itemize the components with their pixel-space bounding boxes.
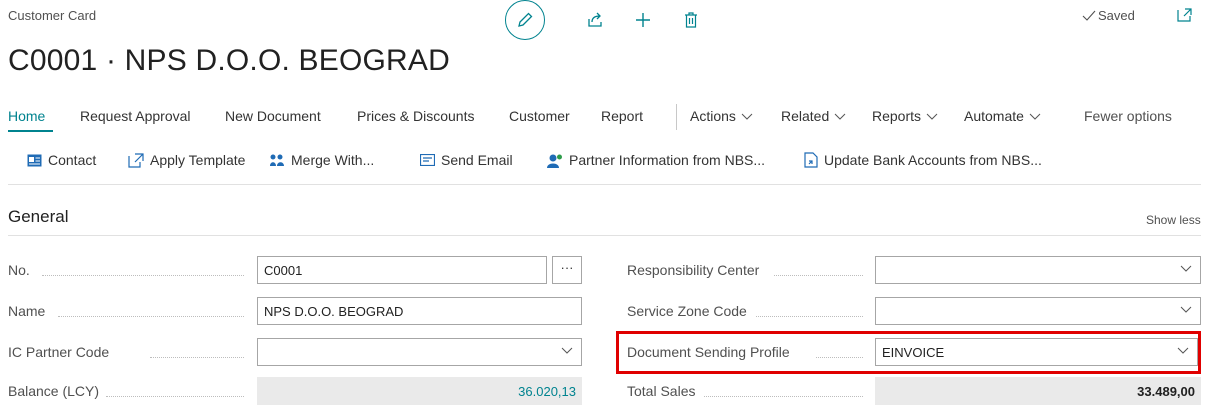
resp-center-label: Responsibility Center (627, 262, 760, 278)
total-sales-label: Total Sales (627, 383, 696, 399)
plus-icon (636, 13, 650, 27)
update-bank-label: Update Bank Accounts from NBS... (824, 152, 1042, 168)
chevron-down-icon (1180, 306, 1192, 313)
menu-reports-label: Reports (872, 108, 922, 124)
send-email-label: Send Email (441, 152, 513, 168)
chevron-down-icon (1180, 265, 1192, 272)
total-sales-value: 33.489,00 (875, 377, 1201, 405)
checkmark-icon (1082, 10, 1096, 21)
balance-label: Balance (LCY) (8, 383, 100, 399)
menu-new-document[interactable]: New Document (225, 108, 321, 124)
service-zone-dropdown[interactable] (875, 297, 1201, 325)
saved-label: Saved (1098, 8, 1135, 23)
update-bank-icon (804, 152, 818, 168)
leader-dots (774, 275, 863, 276)
chevron-down-icon (926, 113, 938, 121)
action-menu: Home Request Approval New Document Price… (0, 104, 1209, 132)
share-icon (588, 12, 602, 27)
menu-actions[interactable]: Actions (690, 108, 753, 124)
chevron-down-icon (741, 113, 753, 121)
top-action-group (505, 0, 725, 40)
name-label: Name (8, 303, 46, 319)
edit-button[interactable] (505, 0, 545, 40)
menu-request-approval[interactable]: Request Approval (80, 108, 191, 124)
merge-with-button[interactable]: Merge With... (269, 152, 374, 168)
menu-separator (676, 104, 677, 130)
menu-report[interactable]: Report (601, 108, 643, 124)
delete-button[interactable] (677, 6, 705, 34)
leader-dots (106, 396, 244, 397)
partner-info-icon (547, 154, 562, 168)
menu-related-label: Related (781, 108, 830, 124)
divider (8, 184, 1201, 185)
leader-dots (150, 357, 244, 358)
resp-center-dropdown[interactable] (875, 256, 1201, 284)
chevron-down-icon (834, 113, 846, 121)
merge-icon (270, 154, 284, 166)
menu-reports[interactable]: Reports (872, 108, 938, 124)
leader-dots (704, 396, 863, 397)
page-title: C0001 · NPS D.O.O. BEOGRAD (8, 44, 450, 77)
menu-customer[interactable]: Customer (509, 108, 570, 124)
send-email-button[interactable]: Send Email (420, 152, 513, 168)
saved-status: Saved (1082, 8, 1135, 23)
update-bank-button[interactable]: Update Bank Accounts from NBS... (804, 152, 1042, 168)
menu-automate[interactable]: Automate (964, 108, 1041, 124)
apply-template-icon (128, 152, 144, 168)
menu-automate-label: Automate (964, 108, 1024, 124)
ic-partner-label: IC Partner Code (8, 344, 110, 360)
home-tab-underline (8, 130, 53, 132)
contact-label: Contact (48, 152, 97, 168)
no-label: No. (8, 262, 30, 278)
home-action-bar: Contact Apply Template Merge With... Sen… (0, 150, 1209, 174)
email-icon (420, 154, 435, 166)
new-button[interactable] (629, 6, 657, 34)
delete-icon (685, 12, 697, 28)
contact-icon (27, 154, 42, 166)
menu-home[interactable]: Home (8, 108, 45, 124)
edit-icon (518, 12, 533, 27)
chevron-down-icon (561, 347, 573, 354)
no-field[interactable]: C0001 (257, 256, 547, 284)
apply-template-label: Apply Template (150, 152, 246, 168)
merge-with-label: Merge With... (291, 152, 375, 168)
page-caption: Customer Card (8, 8, 97, 23)
highlight-box (616, 331, 1201, 374)
menu-actions-label: Actions (690, 108, 736, 124)
leader-dots (756, 316, 863, 317)
apply-template-button[interactable]: Apply Template (128, 152, 245, 168)
divider (8, 235, 1201, 236)
show-less-link[interactable]: Show less (1146, 213, 1201, 227)
service-zone-label: Service Zone Code (627, 303, 747, 319)
menu-prices-discounts[interactable]: Prices & Discounts (357, 108, 474, 124)
chevron-down-icon (1029, 113, 1041, 121)
ic-partner-dropdown[interactable] (257, 338, 582, 366)
partner-info-label: Partner Information from NBS... (569, 152, 766, 168)
section-title-general[interactable]: General (8, 207, 68, 227)
contact-button[interactable]: Contact (27, 152, 96, 168)
open-new-window-button[interactable] (1176, 7, 1194, 28)
open-new-window-icon (1177, 8, 1192, 22)
leader-dots (58, 316, 244, 317)
balance-value[interactable]: 36.020,13 (257, 377, 582, 405)
menu-fewer-options[interactable]: Fewer options (1084, 108, 1172, 124)
menu-related[interactable]: Related (781, 108, 846, 124)
name-field[interactable]: NPS D.O.O. BEOGRAD (257, 297, 582, 325)
leader-dots (42, 275, 244, 276)
share-button[interactable] (581, 6, 609, 34)
partner-info-button[interactable]: Partner Information from NBS... (547, 152, 765, 168)
no-assist-button[interactable]: ··· (552, 256, 582, 284)
